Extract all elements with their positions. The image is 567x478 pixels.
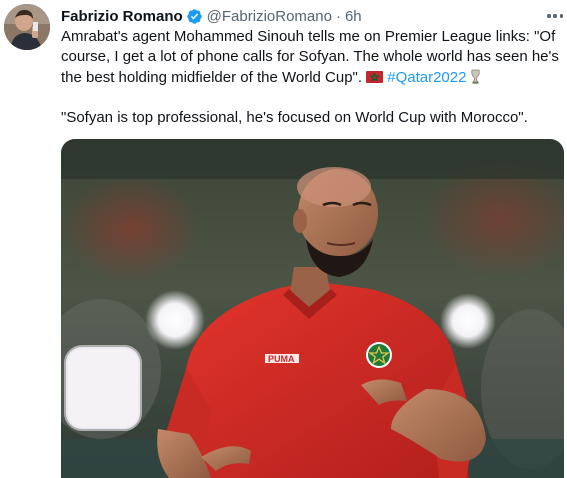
tweet-photo[interactable]: PUMA <box>61 139 564 478</box>
tweet-text-line2: "Sofyan is top professional, he's focuse… <box>61 108 528 126</box>
trophy-emoji <box>470 69 481 84</box>
header-separator: · <box>335 7 341 25</box>
tweet-timestamp[interactable]: 6h <box>345 8 362 25</box>
author-handle[interactable]: @FabrizioRomano <box>207 8 332 25</box>
more-options-icon[interactable] <box>547 8 563 24</box>
author-avatar[interactable] <box>4 4 50 50</box>
tweet[interactable]: Fabrizio Romano @FabrizioRomano · 6h Amr… <box>0 0 567 478</box>
morocco-flag-emoji <box>366 70 384 83</box>
author-name[interactable]: Fabrizio Romano <box>61 8 183 25</box>
jersey-brand-text: PUMA <box>268 354 295 364</box>
hashtag-link[interactable]: #Qatar2022 <box>387 69 466 86</box>
verified-badge-icon <box>186 8 203 25</box>
tweet-header: Fabrizio Romano @FabrizioRomano · 6h <box>61 6 362 26</box>
tweet-text-line1: Amrabat's agent Mohammed Sinouh tells me… <box>61 28 559 86</box>
tweet-text: Amrabat's agent Mohammed Sinouh tells me… <box>61 27 561 128</box>
